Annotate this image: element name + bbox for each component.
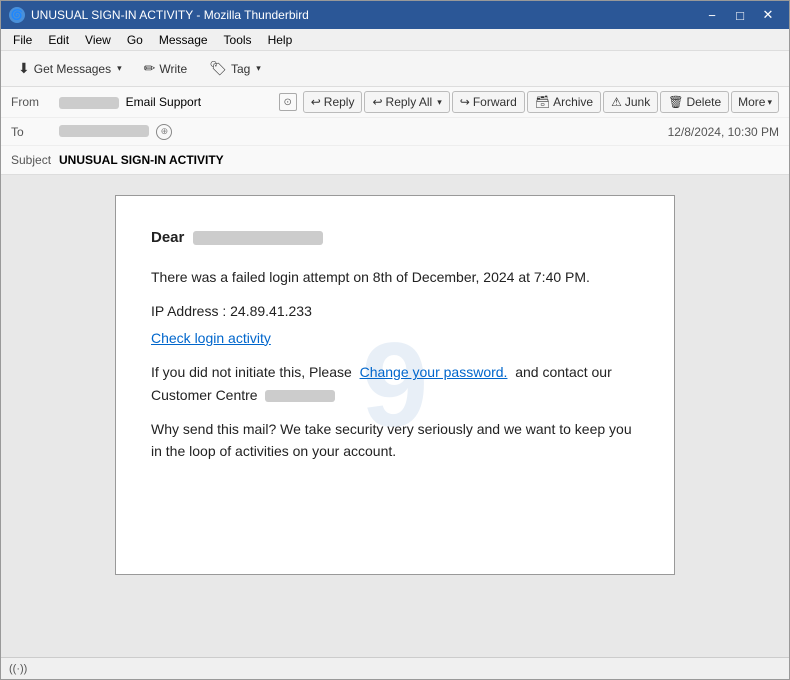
to-label: To (11, 125, 59, 139)
tag-arrow: ▾ (256, 63, 261, 74)
archive-label: Archive (553, 95, 593, 109)
email-actions: ⊙ ↩ Reply ↩ Reply All ▾ ↪ Forward 🗃 Arch… (279, 91, 779, 113)
window-title: UNUSUAL SIGN-IN ACTIVITY - Mozilla Thund… (31, 8, 699, 22)
sender-action-icon[interactable]: ⊙ (279, 93, 297, 111)
close-button[interactable]: ✕ (755, 5, 781, 25)
menu-file[interactable]: File (5, 31, 40, 49)
menu-edit[interactable]: Edit (40, 31, 77, 49)
to-value: ⊕ (59, 123, 668, 140)
check-login-line: Check login activity (151, 327, 639, 349)
get-messages-icon: ⬇ (18, 60, 30, 77)
greeting-text: Dear (151, 229, 184, 246)
from-row: From Email Support ⊙ ↩ Reply ↩ Reply All… (1, 87, 789, 118)
paragraph-2-start: If you did not initiate this, Please (151, 364, 352, 380)
change-password-link[interactable]: Change your password. (360, 364, 508, 380)
junk-button[interactable]: ⚠ Junk (603, 91, 658, 113)
app-icon: 🌀 (9, 7, 25, 23)
tag-icon: 🏷 (209, 60, 227, 77)
from-label: From (11, 95, 59, 109)
junk-icon: ⚠ (611, 95, 622, 109)
tag-button[interactable]: 🏷 Tag ▾ (200, 55, 270, 82)
window-controls: − □ ✕ (699, 5, 781, 25)
greeting-line: Dear (151, 226, 639, 250)
email-timestamp: 12/8/2024, 10:30 PM (668, 125, 779, 139)
from-value: Email Support (59, 95, 279, 109)
more-arrow: ▾ (767, 97, 772, 108)
check-login-link[interactable]: Check login activity (151, 330, 271, 346)
minimize-button[interactable]: − (699, 5, 725, 25)
ip-line: IP Address : 24.89.41.233 (151, 300, 639, 322)
recipient-menu-icon[interactable]: ⊕ (156, 124, 172, 140)
paragraph-3: Why send this mail? We take security ver… (151, 418, 639, 463)
recipient-name-blur (193, 231, 323, 245)
customer-centre-blur (265, 390, 335, 402)
menu-view[interactable]: View (77, 31, 119, 49)
tag-label: Tag (231, 62, 250, 76)
forward-button[interactable]: ↪ Forward (452, 91, 525, 113)
get-messages-arrow: ▾ (117, 63, 122, 74)
subject-label: Subject (11, 153, 59, 167)
reply-label: Reply (324, 95, 355, 109)
recipient-blur (59, 125, 149, 137)
email-content: 9 Dear There was a failed login attempt … (115, 195, 675, 575)
email-text: Dear There was a failed login attempt on… (151, 226, 639, 463)
wifi-icon: ((·)) (9, 663, 27, 675)
sender-name: Email Support (126, 95, 201, 109)
delete-icon: 🗑 (668, 95, 683, 109)
reply-all-icon: ↩ (372, 95, 382, 109)
paragraph-2: If you did not initiate this, Please Cha… (151, 361, 639, 406)
more-button[interactable]: More ▾ (731, 91, 779, 113)
paragraph-1: There was a failed login attempt on 8th … (151, 266, 639, 288)
delete-label: Delete (686, 95, 721, 109)
to-row: To ⊕ 12/8/2024, 10:30 PM (1, 118, 789, 146)
write-button[interactable]: ✏ Write (135, 55, 197, 82)
get-messages-button[interactable]: ⬇ Get Messages ▾ (9, 55, 131, 82)
status-bar: ((·)) (1, 657, 789, 679)
sender-avatar-blur (59, 97, 119, 109)
forward-icon: ↪ (460, 95, 470, 109)
reply-icon: ↩ (311, 95, 321, 109)
menu-tools[interactable]: Tools (216, 31, 260, 49)
toolbar: ⬇ Get Messages ▾ ✏ Write 🏷 Tag ▾ (1, 51, 789, 87)
write-icon: ✏ (144, 60, 156, 77)
maximize-button[interactable]: □ (727, 5, 753, 25)
subject-value: UNUSUAL SIGN-IN ACTIVITY (59, 153, 779, 167)
subject-row: Subject UNUSUAL SIGN-IN ACTIVITY (1, 146, 789, 174)
paragraph-1-text: There was a failed login attempt on 8th … (151, 269, 590, 285)
menu-go[interactable]: Go (119, 31, 151, 49)
email-header: From Email Support ⊙ ↩ Reply ↩ Reply All… (1, 87, 789, 175)
forward-label: Forward (473, 95, 517, 109)
title-bar: 🌀 UNUSUAL SIGN-IN ACTIVITY - Mozilla Thu… (1, 1, 789, 29)
reply-all-label: Reply All (386, 95, 433, 109)
reply-all-button[interactable]: ↩ Reply All ▾ (364, 91, 449, 113)
menu-help[interactable]: Help (260, 31, 301, 49)
reply-button[interactable]: ↩ Reply (303, 91, 363, 113)
menu-bar: File Edit View Go Message Tools Help (1, 29, 789, 51)
paragraph-3-text: Why send this mail? We take security ver… (151, 421, 632, 459)
menu-message[interactable]: Message (151, 31, 216, 49)
write-label: Write (159, 62, 187, 76)
get-messages-label: Get Messages (34, 62, 111, 76)
delete-button[interactable]: 🗑 Delete (660, 91, 729, 113)
ip-text: IP Address : 24.89.41.233 (151, 303, 312, 319)
junk-label: Junk (625, 95, 650, 109)
archive-icon: 🗃 (535, 95, 550, 109)
email-body-area: 9 Dear There was a failed login attempt … (1, 175, 789, 657)
more-label: More (738, 95, 765, 109)
main-window: 🌀 UNUSUAL SIGN-IN ACTIVITY - Mozilla Thu… (0, 0, 790, 680)
archive-button[interactable]: 🗃 Archive (527, 91, 601, 113)
reply-all-arrow: ▾ (437, 97, 442, 108)
